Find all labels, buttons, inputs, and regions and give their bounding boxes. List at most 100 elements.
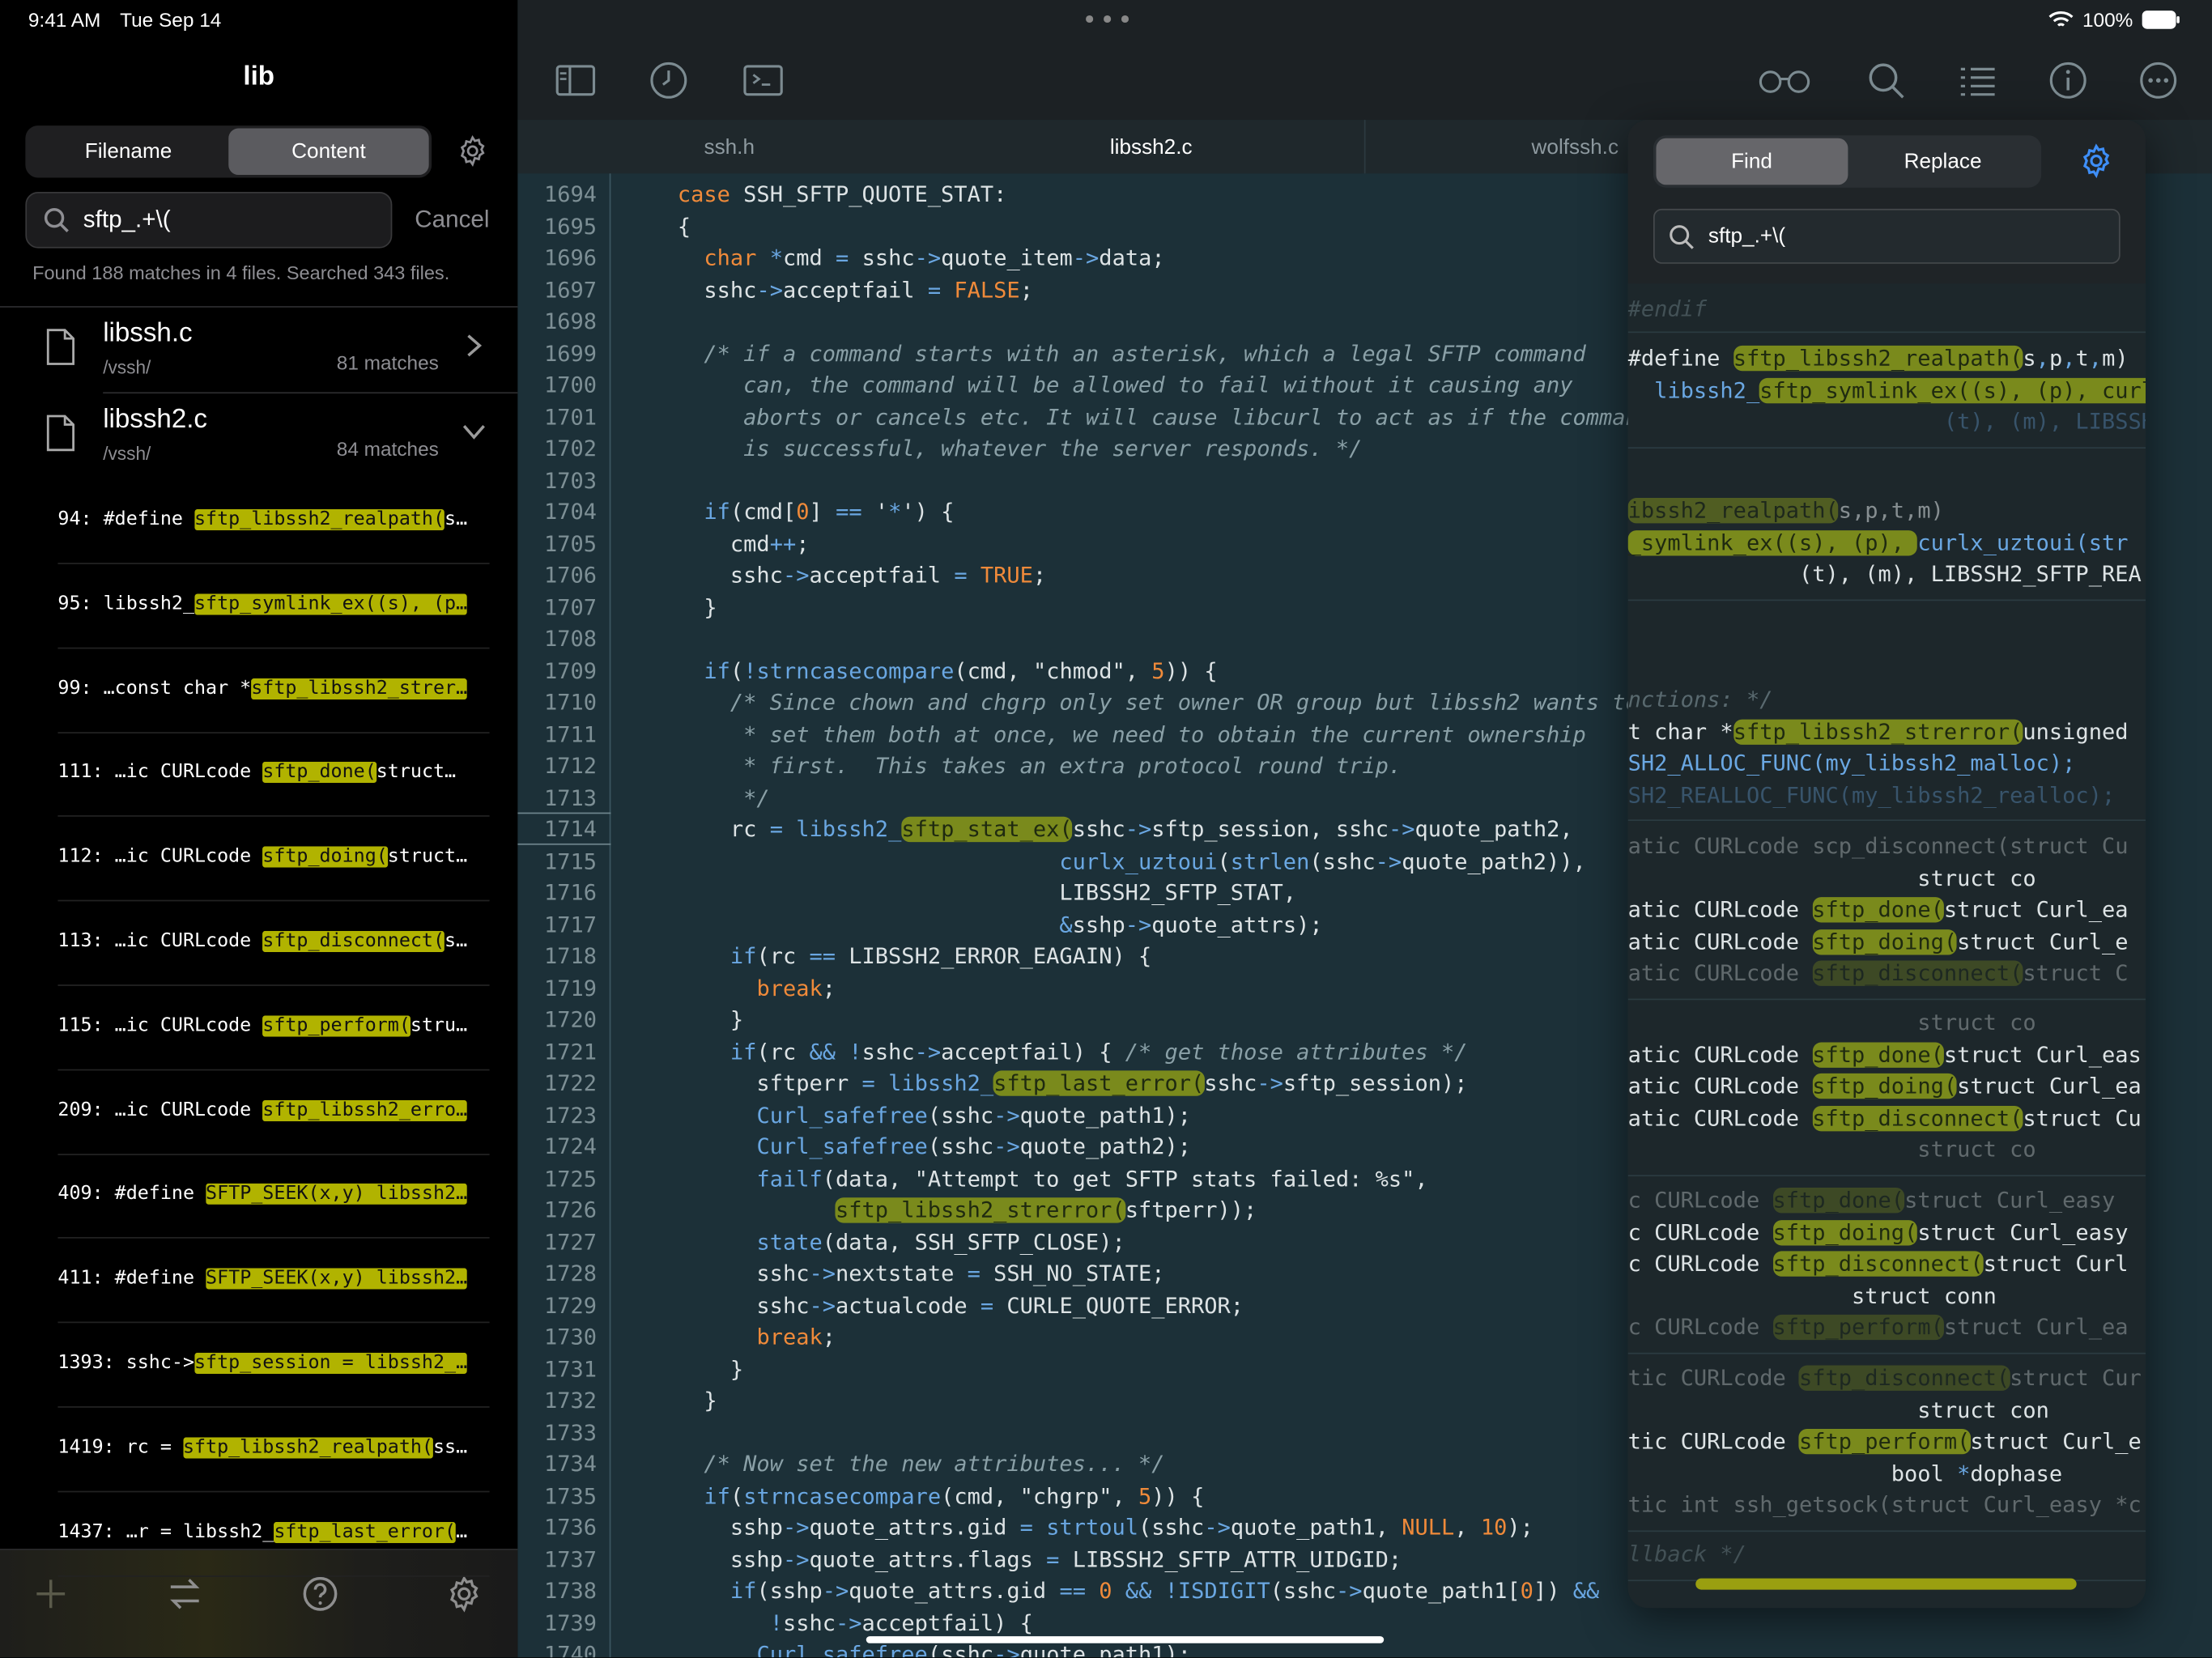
match-highlight: sftp_doing( [262,846,388,868]
match-highlight: sftp_last_error( [274,1521,457,1543]
code-token: (data, SSH_SFTP_CLOSE); [822,1229,1125,1255]
segment-filename[interactable]: Filename [28,129,228,175]
find-settings-gear-icon[interactable] [2078,142,2114,179]
match-result-row[interactable]: 209: …ic CURLcode sftp_libssh2_erro… [0,1070,517,1155]
info-icon[interactable] [2047,59,2089,101]
code-token: } [624,1356,744,1382]
find-result-line: struct con [1628,1394,2049,1426]
code-token: (sshp [756,1578,823,1604]
swap-icon[interactable] [165,1574,205,1613]
glasses-icon[interactable] [1756,59,1813,101]
cancel-button[interactable]: Cancel [415,206,489,234]
find-result-group[interactable]: nctions: */ t char *sftp_libssh2_strerror… [1627,674,2146,822]
find-result-group[interactable]: atic CURLcode scp_disconnect(struct Cu s… [1627,821,2146,1000]
code-token: (rc [756,943,810,969]
find-result-group[interactable]: tic CURLcode sftp_disconnect(struct Cur … [1627,1353,2146,1532]
code-token: sftp_libssh2_strerror( [1733,718,2023,745]
code-token: struct conn [1627,1282,1997,1308]
code-token: } [624,1007,744,1033]
code-token: struct Curl [1983,1251,2129,1277]
code-token: llback */ [1627,1541,1746,1567]
match-result-row[interactable]: 411: #define SFTP_SEEK(x,y) libssh2… [0,1239,517,1324]
code-token: & [1059,912,1073,937]
search-icon[interactable] [1865,59,1907,101]
sidebar-toggle-icon[interactable] [555,59,597,101]
home-indicator[interactable] [866,1636,1385,1643]
find-result-group[interactable]: struct co atic CURLcode sftp_done(struct … [1627,997,2146,1176]
search-field[interactable] [25,191,393,249]
find-result-line: atic CURLcode sftp_doing(struct Curl_e [1628,926,2129,958]
code-line: } [625,1354,743,1385]
plus-icon[interactable] [31,1574,70,1613]
match-result-row[interactable]: 1437: …r = libssh2_sftp_last_error(… [0,1492,517,1577]
find-result-group[interactable]: c CURLcode sftp_done(struct Curl_easy c C… [1627,1175,2146,1354]
code-line: cmd++; [625,528,810,559]
tab-ssh-h[interactable]: ssh.h [517,120,941,173]
match-text: 111: …ic CURLcode sftp_done(struct… [57,762,492,784]
find-search-field[interactable]: sftp_.+\( [1653,208,2121,264]
code-token: (cmd, "chmod", [954,657,1152,684]
file-result-libssh2[interactable]: libssh2.c /vssh/ 84 matches [0,399,517,484]
code-token: acceptfail) { [861,1609,1033,1636]
status-date: Tue Sep 14 [120,8,222,32]
match-result-row[interactable]: 99: …const char *sftp_libssh2_strer… [0,648,517,733]
find-result-group[interactable]: llback */ [1627,1529,2146,1581]
code-token: libssh2_ [1627,377,1760,403]
match-result-row[interactable]: 1419: rc = sftp_libssh2_realpath(ss… [0,1407,517,1492]
match-prefix: 1393: sshc-> [57,1352,195,1375]
code-line: if(!strncasecompare(cmd, "chmod", 5)) { [625,655,1217,687]
code-token: sshc [1072,816,1125,843]
code-token: -> [822,1578,849,1604]
find-result-line: SH2_ALLOC_FUNC(my_libssh2_malloc); [1628,747,2076,779]
find-result-line: tic CURLcode sftp_disconnect(struct Cur [1628,1363,2142,1394]
match-result-row[interactable]: 1393: sshc->sftp_session = libssh2_… [0,1323,517,1408]
code-token: #endif [1627,295,1708,322]
help-icon[interactable] [300,1574,340,1613]
search-input[interactable] [83,206,366,235]
code-token: dophase [1970,1460,2063,1486]
code-token: sftperr [624,1070,862,1096]
terminal-icon[interactable] [742,59,784,101]
match-result-row[interactable]: 112: …ic CURLcode sftp_doing(struct… [0,817,517,902]
match-result-row[interactable]: 115: …ic CURLcode sftp_perform(stru… [0,986,517,1071]
code-token: struct Cur [2010,1365,2142,1391]
code-token: ! [743,657,757,684]
code-token: LIBSSH2_ERROR_EAGAIN) { [836,943,1152,969]
match-result-row[interactable]: 111: …ic CURLcode sftp_done(struct… [0,733,517,818]
match-result-row[interactable]: 95: libssh2_sftp_symlink_ex((s), (p… [0,564,517,649]
tab-libssh2-c[interactable]: libssh2.c [941,120,1362,174]
outline-list-icon[interactable] [1957,59,1999,101]
find-result-line: struct co [1628,1007,2035,1039]
segment-replace[interactable]: Replace [1848,138,2039,185]
match-result-row[interactable]: 113: …ic CURLcode sftp_disconnect(s… [0,901,517,986]
code-token: (sshc [927,1102,994,1128]
match-result-row[interactable]: 94: #define sftp_libssh2_realpath(s… [0,479,517,564]
segment-content[interactable]: Content [228,128,429,176]
line-number: 1701 [543,404,597,430]
file-result-libssh[interactable]: libssh.c /vssh/ 81 matches [0,313,517,398]
code-line: aborts or cancels etc. It will cause lib… [625,402,1652,433]
code-token: ( [1217,848,1231,874]
find-result-group[interactable]: #define sftp_libssh2_realpath(s,p,t,m) l… [1627,333,2146,449]
code-line: sshc->actualcode = CURLE_QUOTE_ERROR; [625,1290,1244,1321]
history-clock-icon[interactable] [648,59,690,101]
match-suffix: struct… [387,846,468,868]
code-token: s [2023,345,2036,372]
match-result-row[interactable]: 409: #define SFTP_SEEK(x,y) libssh2… [0,1154,517,1239]
code-token: sshc [624,1261,810,1286]
segment-find[interactable]: Find [1656,138,1848,185]
search-settings-gear-icon[interactable] [456,134,490,168]
find-result-group[interactable]: #endif [1627,283,2146,333]
line-number-gutter: 1694 1695 1696 1697 1698 1699 1700 1701 1702 1703… [517,173,611,1658]
find-result-line: ibssh2_realpath(s,p,t,m) [1627,495,1944,527]
code-token: quote_path1, [1230,1515,1402,1541]
multitasking-dots-icon[interactable]: ••• [1082,6,1135,36]
settings-icon[interactable] [445,1574,484,1613]
find-result-group[interactable]: ibssh2_realpath(s,p,t,m) _symlink_ex((s),… [1627,485,2146,601]
code-token: = [967,1261,981,1286]
code-token: libssh2_ [796,816,902,843]
more-options-icon[interactable] [2138,59,2180,101]
match-suffix: s… [445,508,468,531]
